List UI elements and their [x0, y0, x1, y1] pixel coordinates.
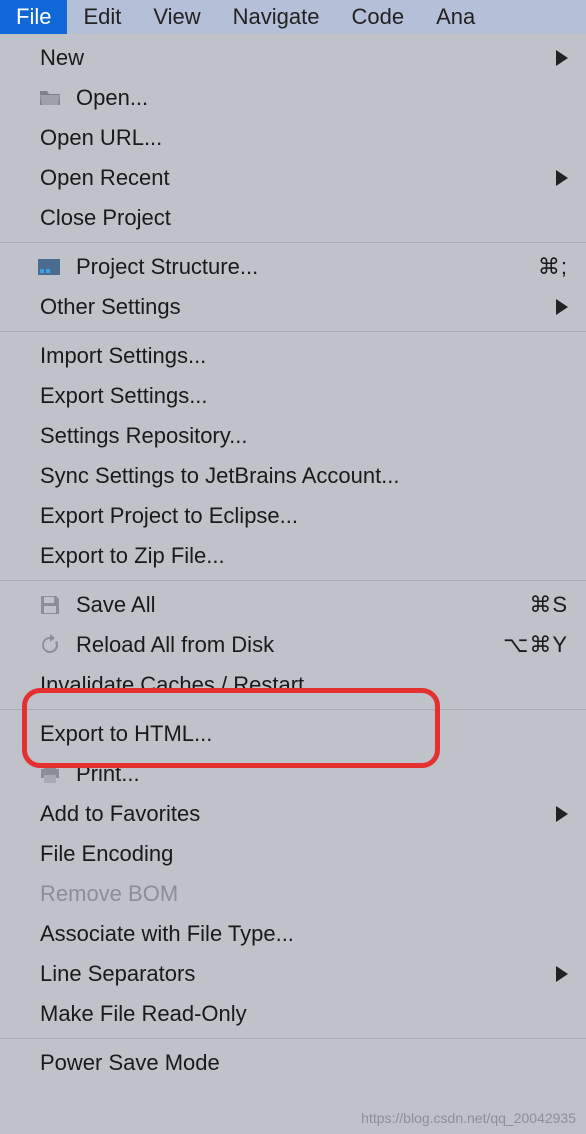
menubar-item-edit[interactable]: Edit: [67, 0, 137, 34]
menu-item-label: Reload All from Disk: [76, 632, 503, 658]
menu-item-close-project[interactable]: Close Project: [0, 198, 586, 238]
file-menu-dropdown: New Open... Open URL... Open Recent Clos…: [0, 34, 586, 1087]
menu-item-make-read-only[interactable]: Make File Read-Only: [0, 994, 586, 1034]
save-icon: [38, 593, 62, 617]
menu-item-file-encoding[interactable]: File Encoding: [0, 834, 586, 874]
menu-item-other-settings[interactable]: Other Settings: [0, 287, 586, 327]
menu-item-label: Line Separators: [40, 961, 556, 987]
menu-item-add-to-favorites[interactable]: Add to Favorites: [0, 794, 586, 834]
menubar-label: Edit: [83, 4, 121, 30]
chevron-right-icon: [556, 170, 568, 186]
menu-item-shortcut: ⌘;: [538, 254, 568, 280]
menubar: File Edit View Navigate Code Ana: [0, 0, 586, 34]
menubar-item-navigate[interactable]: Navigate: [217, 0, 336, 34]
menu-item-open[interactable]: Open...: [0, 78, 586, 118]
menu-item-label: Export Settings...: [40, 383, 568, 409]
menu-item-label: Invalidate Caches / Restart...: [40, 672, 568, 698]
folder-open-icon: [38, 86, 62, 110]
menu-item-invalidate-caches[interactable]: Invalidate Caches / Restart...: [0, 665, 586, 705]
menu-item-label: Other Settings: [40, 294, 556, 320]
menu-item-export-eclipse[interactable]: Export Project to Eclipse...: [0, 496, 586, 536]
menu-group: Power Save Mode: [0, 1039, 586, 1087]
menu-item-label: Add to Favorites: [40, 801, 556, 827]
menu-group: Project Structure... ⌘; Other Settings: [0, 243, 586, 332]
menubar-label: View: [153, 4, 200, 30]
menu-item-label: Project Structure...: [76, 254, 538, 280]
menu-item-label: File Encoding: [40, 841, 568, 867]
menu-group: Export to HTML... Print... Add to Favori…: [0, 710, 586, 1039]
menubar-item-analyze[interactable]: Ana: [420, 0, 479, 34]
menu-item-open-url[interactable]: Open URL...: [0, 118, 586, 158]
menu-item-export-html[interactable]: Export to HTML...: [0, 714, 586, 754]
menu-item-settings-repository[interactable]: Settings Repository...: [0, 416, 586, 456]
menu-item-label: Save All: [76, 592, 529, 618]
menu-item-export-zip[interactable]: Export to Zip File...: [0, 536, 586, 576]
menu-item-sync-settings[interactable]: Sync Settings to JetBrains Account...: [0, 456, 586, 496]
menu-item-label: Open Recent: [40, 165, 556, 191]
menu-item-remove-bom: Remove BOM: [0, 874, 586, 914]
menubar-item-file[interactable]: File: [0, 0, 67, 34]
menu-item-open-recent[interactable]: Open Recent: [0, 158, 586, 198]
menu-group: Save All ⌘S Reload All from Disk ⌥⌘Y Inv…: [0, 581, 586, 710]
menubar-label: Navigate: [233, 4, 320, 30]
menu-item-label: Open...: [76, 85, 568, 111]
menu-item-label: Export to HTML...: [40, 721, 568, 747]
menu-item-new[interactable]: New: [0, 38, 586, 78]
menubar-item-view[interactable]: View: [137, 0, 216, 34]
menu-item-reload-from-disk[interactable]: Reload All from Disk ⌥⌘Y: [0, 625, 586, 665]
menu-item-export-settings[interactable]: Export Settings...: [0, 376, 586, 416]
menu-item-label: Settings Repository...: [40, 423, 568, 449]
menu-group: New Open... Open URL... Open Recent Clos…: [0, 34, 586, 243]
watermark-text: https://blog.csdn.net/qq_20042935: [361, 1110, 576, 1126]
menubar-label: Ana: [436, 4, 475, 30]
print-icon: [38, 762, 62, 786]
chevron-right-icon: [556, 806, 568, 822]
menubar-label: Code: [352, 4, 405, 30]
menu-item-print[interactable]: Print...: [0, 754, 586, 794]
menu-item-save-all[interactable]: Save All ⌘S: [0, 585, 586, 625]
menu-item-label: Associate with File Type...: [40, 921, 568, 947]
menu-item-label: Open URL...: [40, 125, 568, 151]
menu-item-power-save-mode[interactable]: Power Save Mode: [0, 1043, 586, 1083]
menu-item-label: Make File Read-Only: [40, 1001, 568, 1027]
menu-item-label: Sync Settings to JetBrains Account...: [40, 463, 568, 489]
menu-item-label: Export to Zip File...: [40, 543, 568, 569]
menu-item-shortcut: ⌘S: [529, 592, 568, 618]
menu-item-line-separators[interactable]: Line Separators: [0, 954, 586, 994]
chevron-right-icon: [556, 50, 568, 66]
menu-item-label: Close Project: [40, 205, 568, 231]
project-structure-icon: [38, 255, 62, 279]
menu-item-label: Import Settings...: [40, 343, 568, 369]
menu-item-label: Remove BOM: [40, 881, 568, 907]
menu-item-label: Power Save Mode: [40, 1050, 568, 1076]
menu-item-label: Print...: [76, 761, 568, 787]
menu-item-shortcut: ⌥⌘Y: [503, 632, 568, 658]
menu-item-label: Export Project to Eclipse...: [40, 503, 568, 529]
menu-item-label: New: [40, 45, 556, 71]
chevron-right-icon: [556, 966, 568, 982]
menu-item-import-settings[interactable]: Import Settings...: [0, 336, 586, 376]
menu-group: Import Settings... Export Settings... Se…: [0, 332, 586, 581]
chevron-right-icon: [556, 299, 568, 315]
menubar-label: File: [16, 4, 51, 30]
menubar-item-code[interactable]: Code: [336, 0, 421, 34]
reload-icon: [38, 633, 62, 657]
menu-item-associate-file-type[interactable]: Associate with File Type...: [0, 914, 586, 954]
menu-item-project-structure[interactable]: Project Structure... ⌘;: [0, 247, 586, 287]
